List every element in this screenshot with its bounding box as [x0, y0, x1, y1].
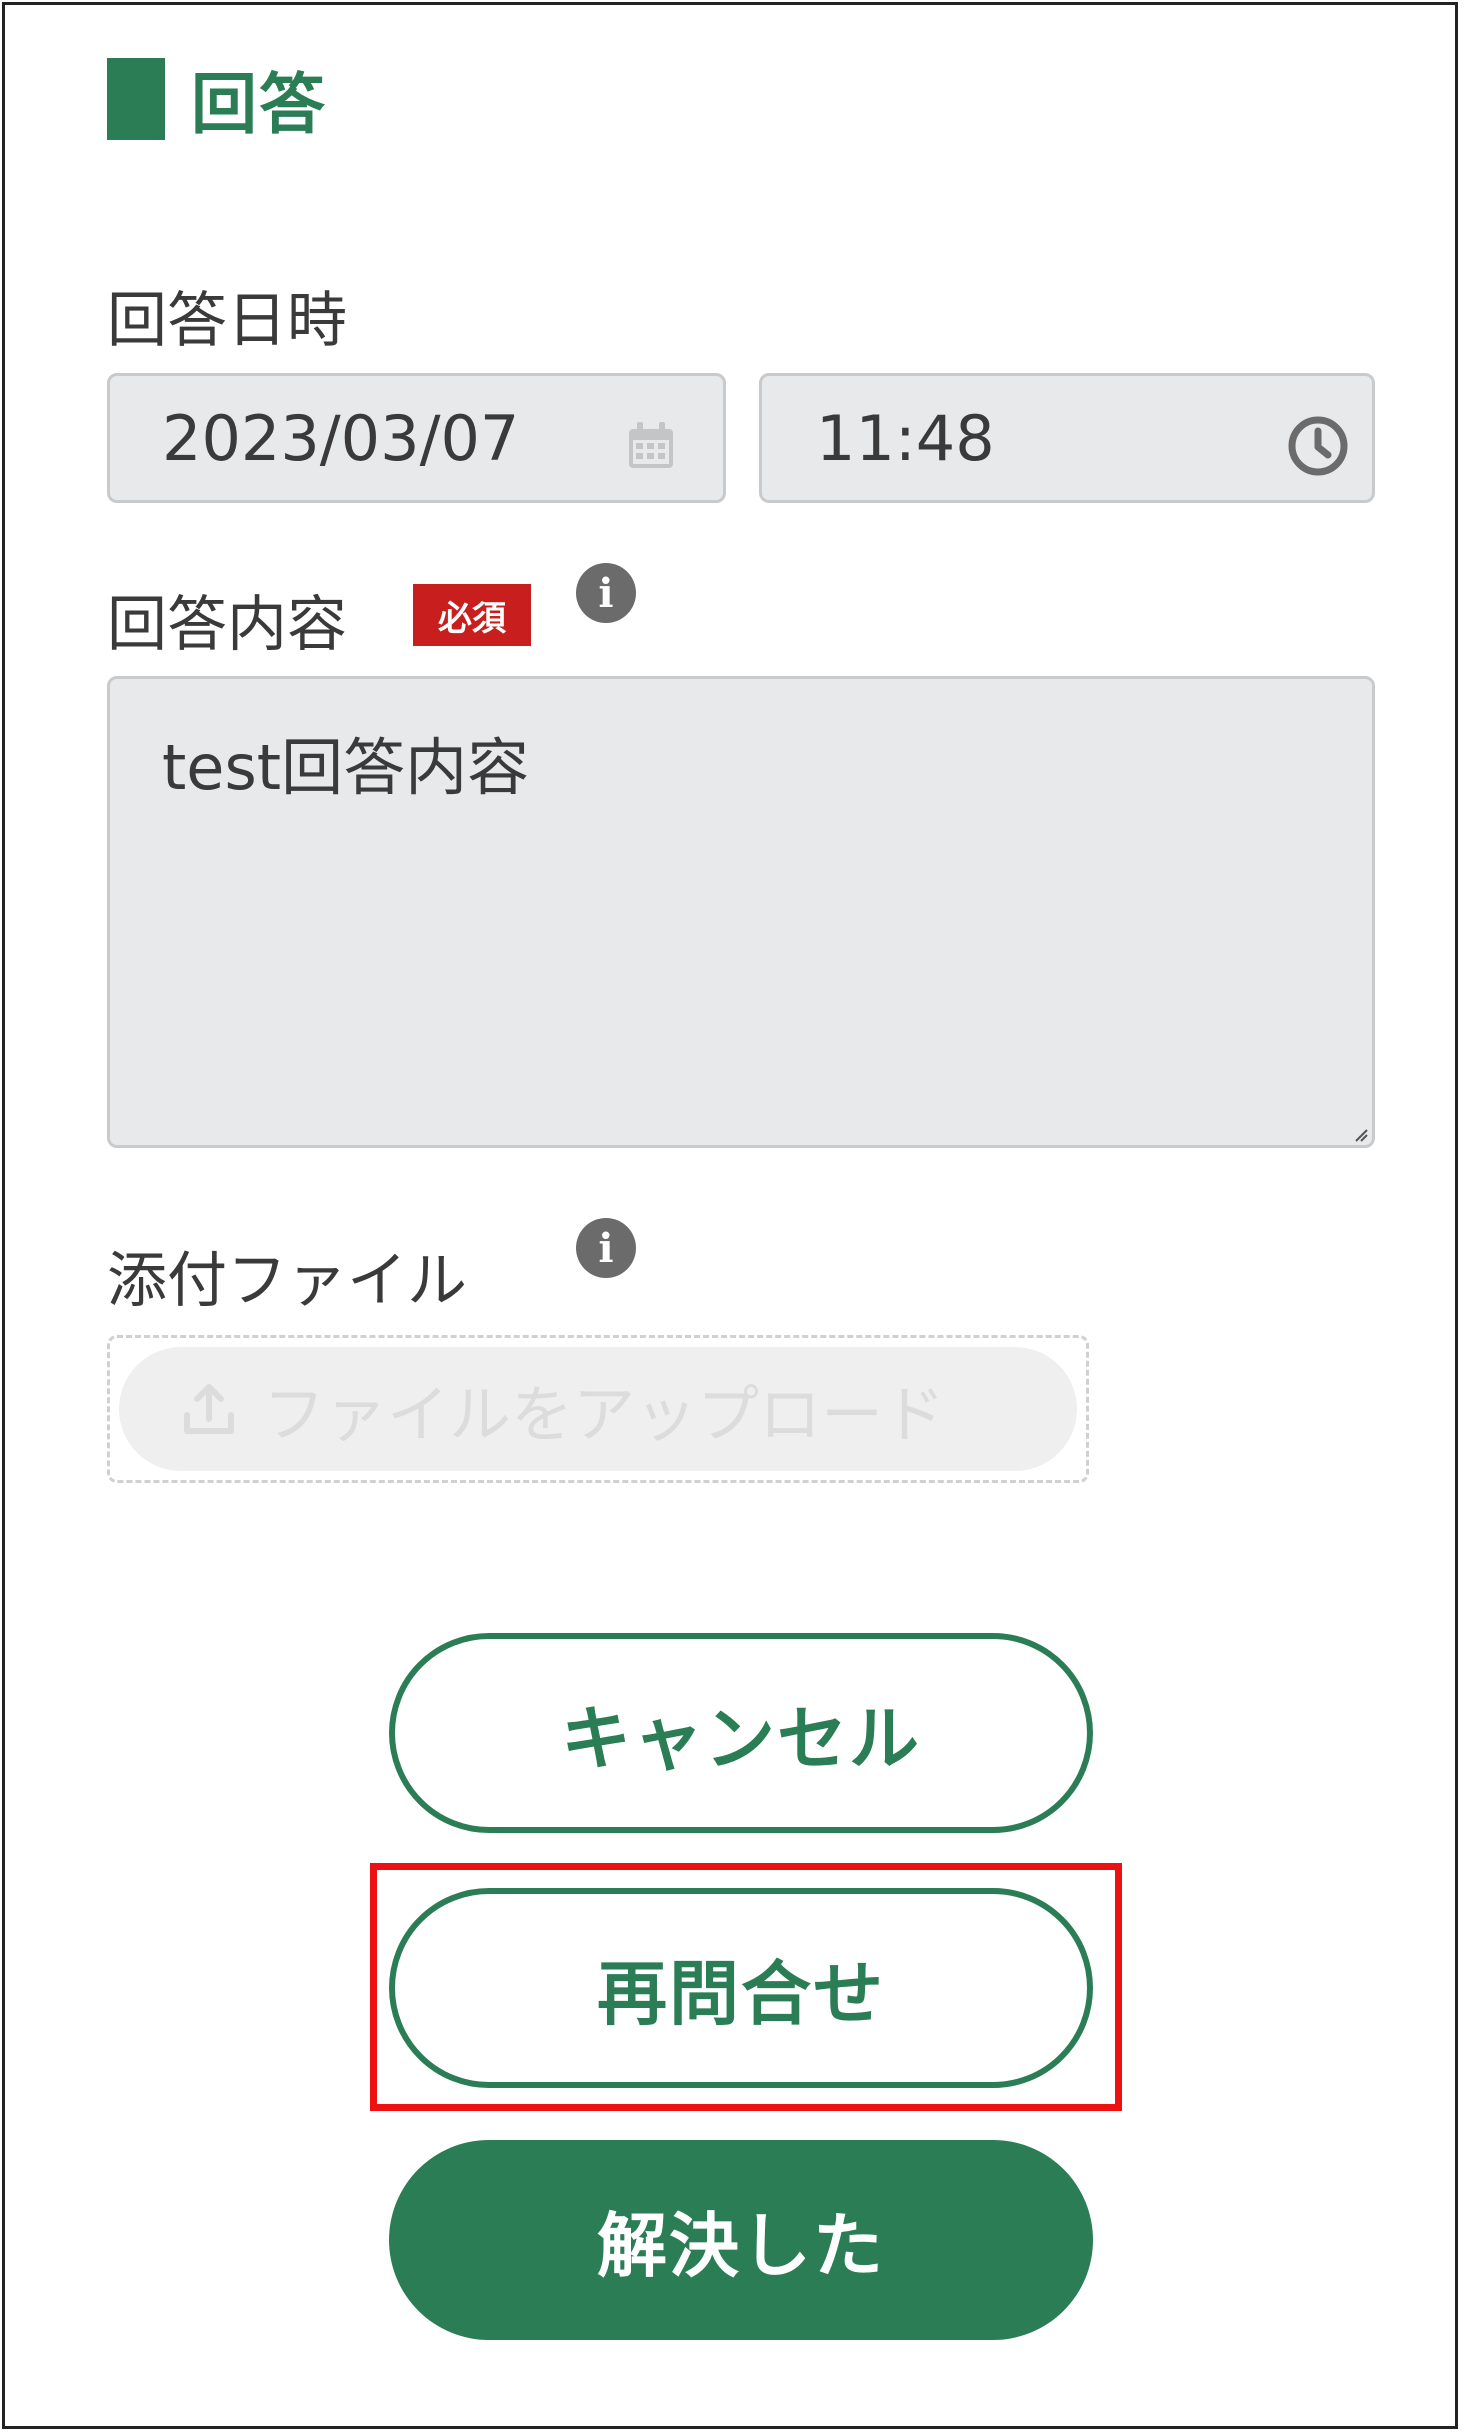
- answer-content-label: 回答内容: [107, 590, 347, 660]
- answer-date-field[interactable]: 2023/03/07: [107, 373, 726, 503]
- resolved-button-label: 解決した: [597, 2204, 885, 2287]
- answer-time-field[interactable]: 11:48: [759, 373, 1375, 503]
- upload-label: ファイルをアップロード: [263, 1378, 946, 1451]
- info-icon[interactable]: i: [576, 563, 636, 623]
- clock-icon[interactable]: [1286, 414, 1350, 478]
- cancel-button-label: キャンセル: [561, 1697, 921, 1780]
- cancel-button[interactable]: キャンセル: [389, 1633, 1093, 1833]
- upload-icon: [179, 1379, 239, 1439]
- upload-dropzone[interactable]: ファイルをアップロード: [107, 1335, 1089, 1483]
- resolved-button[interactable]: 解決した: [389, 2140, 1093, 2340]
- highlight-annotation: [370, 1863, 1122, 2111]
- answer-time-value: 11:48: [816, 402, 995, 475]
- answer-datetime-label: 回答日時: [107, 286, 347, 356]
- title-accent-bar: [107, 58, 165, 140]
- required-badge: 必須: [413, 584, 531, 646]
- upload-button[interactable]: ファイルをアップロード: [119, 1347, 1077, 1471]
- attachment-label: 添付ファイル: [107, 1246, 467, 1316]
- answer-content-textarea[interactable]: test回答内容: [107, 676, 1375, 1148]
- answer-content-value: test回答内容: [162, 731, 530, 804]
- section-header: 回答: [107, 58, 327, 143]
- resize-grip-icon[interactable]: [1354, 1127, 1368, 1142]
- section-title: 回答: [191, 66, 327, 143]
- calendar-icon[interactable]: [625, 420, 677, 472]
- answer-date-value: 2023/03/07: [162, 402, 520, 475]
- info-icon[interactable]: i: [576, 1218, 636, 1278]
